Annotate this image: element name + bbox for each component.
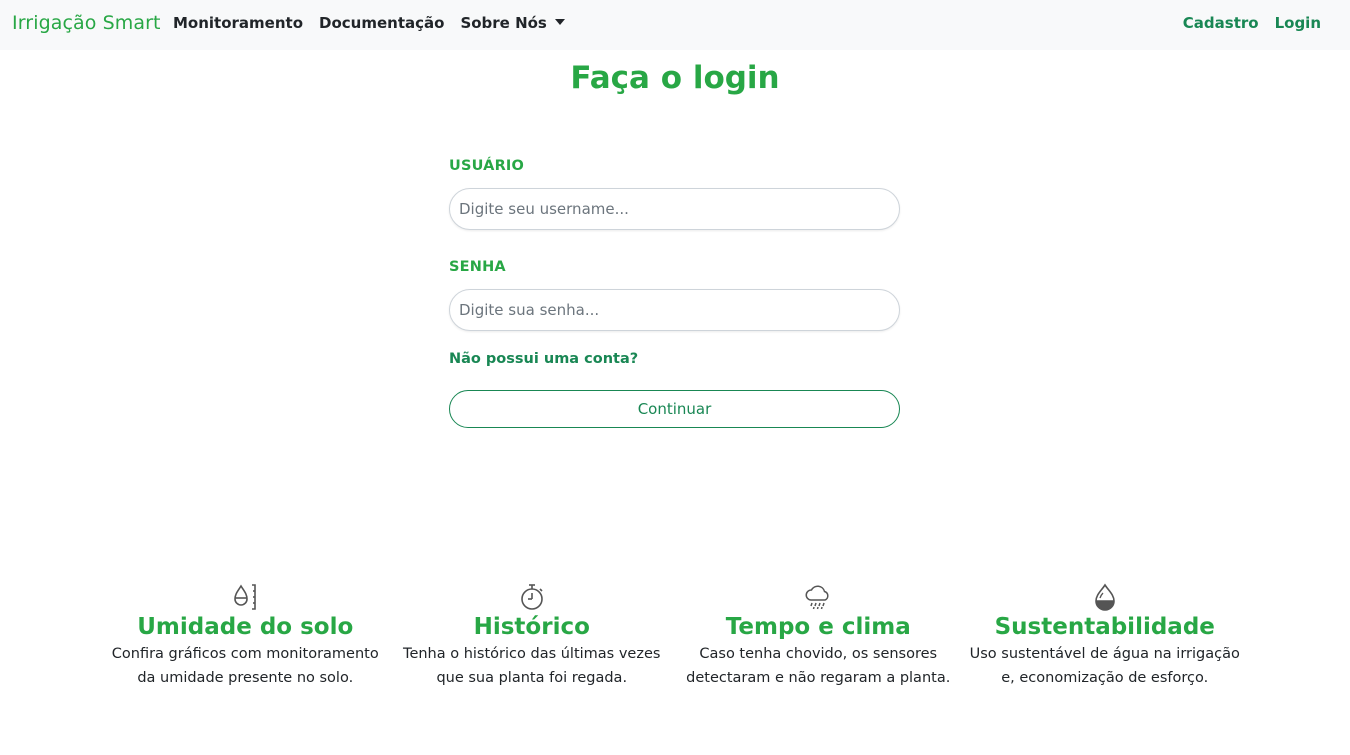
feature-title: Tempo e clima — [725, 614, 911, 640]
nav-dropdown-label: Sobre Nós — [460, 14, 547, 32]
feature-card: Tempo e clima Caso tenha chovido, os sen… — [675, 582, 962, 690]
features-section: Umidade do solo Confira gráficos com mon… — [102, 582, 1248, 690]
brand-link[interactable]: Irrigação Smart — [12, 12, 161, 34]
soil-moisture-icon — [102, 582, 389, 614]
feature-card: Histórico Tenha o histórico das últimas … — [389, 582, 676, 690]
username-label: USUÁRIO — [449, 158, 525, 174]
feature-text: Caso tenha chovido, os sensores detectar… — [686, 646, 951, 686]
cloud-rain-icon — [675, 582, 962, 614]
feature-title: Sustentabilidade — [994, 614, 1215, 640]
feature-text: Uso sustentável de água na irrigação e, … — [969, 646, 1240, 686]
feature-title: Umidade do solo — [137, 614, 354, 640]
feature-card: Umidade do solo Confira gráficos com mon… — [102, 582, 389, 690]
nav-dropdown-sobre-nos[interactable]: Sobre Nós — [460, 14, 565, 32]
caret-down-icon — [554, 19, 565, 25]
nav-link-documentacao[interactable]: Documentação — [319, 14, 444, 32]
password-label: SENHA — [449, 259, 506, 275]
page-title: Faça o login — [570, 60, 780, 96]
login-form: USUÁRIO SENHA Não possui uma conta? Cont… — [449, 158, 900, 428]
signup-link[interactable]: Não possui uma conta? — [449, 351, 900, 371]
continue-button[interactable]: Continuar — [449, 390, 900, 428]
nav-main: Monitoramento Documentação Sobre Nós — [173, 14, 565, 32]
feature-text: Confira gráficos com monitoramento da um… — [111, 646, 379, 686]
password-input[interactable] — [449, 289, 900, 331]
feature-text: Tenha o histórico das últimas vezes que … — [403, 646, 661, 686]
stopwatch-icon — [389, 582, 676, 614]
water-drop-icon — [962, 582, 1249, 614]
nav-link-monitoramento[interactable]: Monitoramento — [173, 14, 303, 32]
navbar: Irrigação Smart Monitoramento Documentaç… — [0, 0, 1350, 50]
nav-link-cadastro[interactable]: Cadastro — [1183, 14, 1259, 32]
nav-account: Cadastro Login — [1183, 14, 1321, 32]
feature-card: Sustentabilidade Uso sustentável de água… — [962, 582, 1249, 690]
feature-title: Histórico — [473, 614, 590, 640]
nav-link-login[interactable]: Login — [1275, 14, 1321, 32]
username-input[interactable] — [449, 188, 900, 230]
